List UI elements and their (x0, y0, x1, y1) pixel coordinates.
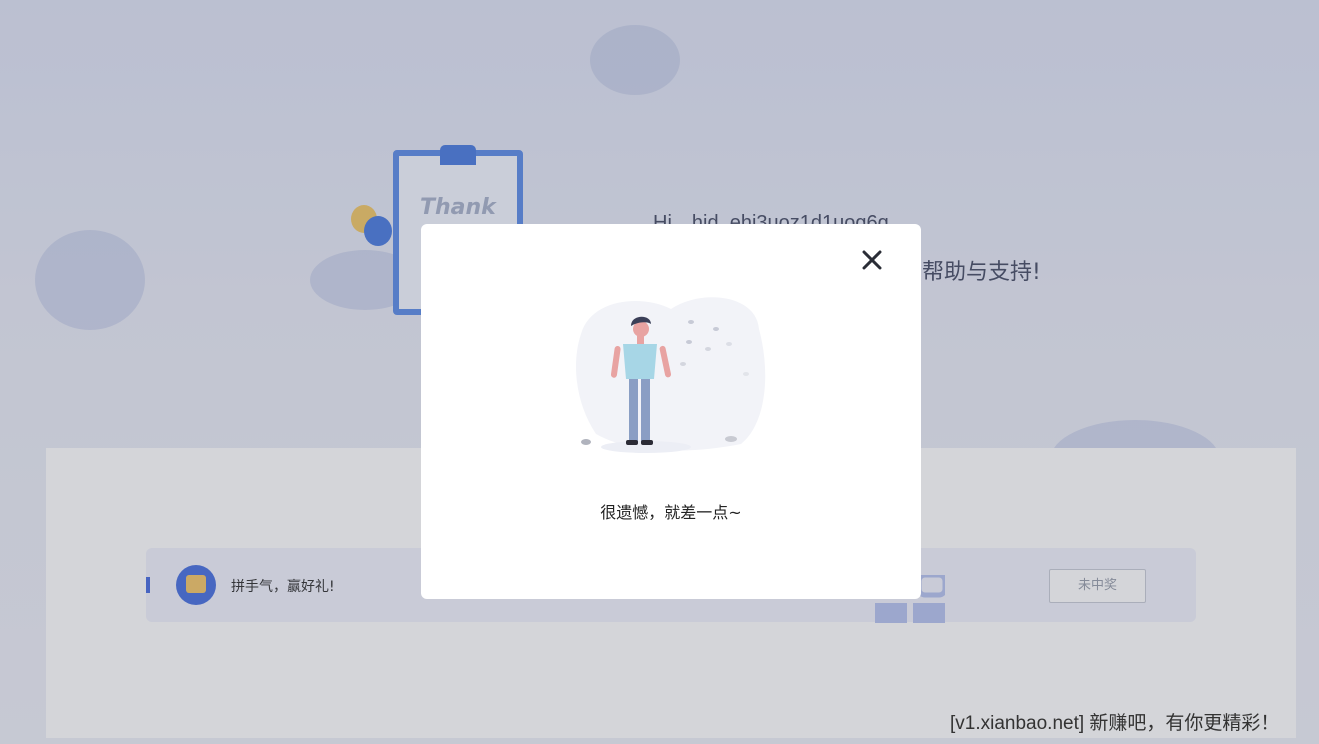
page-background: Thank Hi，hid_ehj3uoz1d1uog6q 的帮助与支持! 拼手气… (0, 0, 1319, 744)
close-icon[interactable] (854, 244, 890, 280)
person-standing-illustration (576, 297, 766, 453)
watermark-text: [v1.xianbao.net] 新赚吧，有你更精彩！ (950, 713, 1280, 734)
modal-message: 很遗憾，就差一点~ (600, 503, 742, 522)
result-modal: 很遗憾，就差一点~ (421, 224, 921, 599)
